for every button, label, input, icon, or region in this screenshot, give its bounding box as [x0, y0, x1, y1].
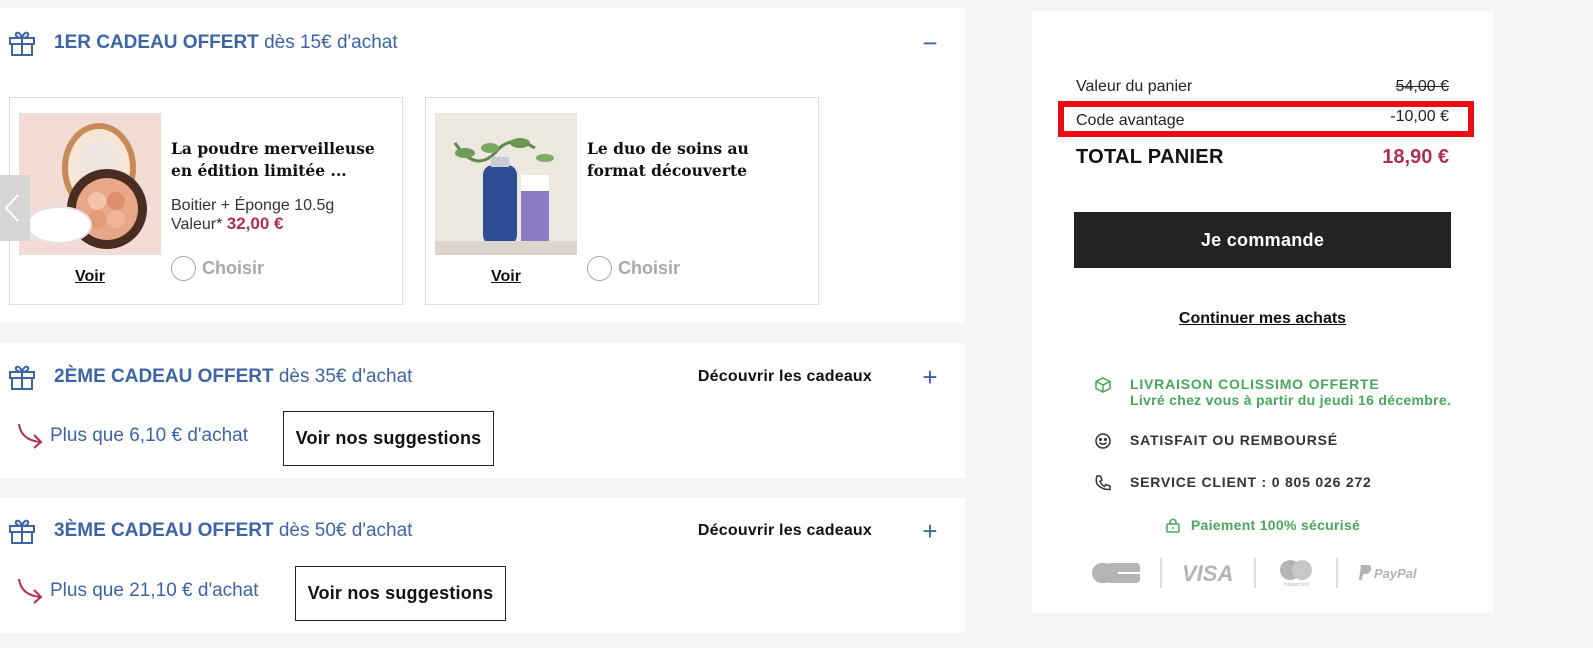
- remaining-text: Plus que 6,10 € d'achat: [50, 425, 248, 446]
- total-row: TOTAL PANIER 18,90 €: [1076, 146, 1449, 169]
- phone-icon: [1095, 475, 1111, 491]
- product-value: Valeur* 32,00 €: [171, 214, 283, 234]
- skincare-duo-image: [435, 113, 577, 255]
- discover-gifts-link[interactable]: Découvrir les cadeaux: [698, 368, 872, 386]
- gift-section-1: 1ER CADEAU OFFERT dès 15€ d'achat − Voir…: [0, 8, 965, 323]
- gift-section-2: 2ÈME CADEAU OFFERT dès 35€ d'achat Décou…: [0, 343, 965, 478]
- delivery-info: LIVRAISON COLISSIMO OFFERTE Livré chez v…: [1094, 376, 1451, 408]
- mastercard-logo-text: mastercard: [1283, 582, 1308, 588]
- basket-value-row: Valeur du panier 54,00 €: [1076, 78, 1449, 96]
- cb-card-icon: [1092, 563, 1140, 583]
- gift-title-rest: dès 35€ d'achat: [278, 366, 413, 387]
- visa-logo-icon: VISA: [1182, 561, 1233, 585]
- highlight-box: [1058, 101, 1474, 137]
- satisfaction-text: SATISFAIT OU REMBOURSÉ: [1130, 432, 1338, 448]
- gift-title-bold: 3ÈME CADEAU OFFERT: [54, 520, 274, 541]
- gift-header-1[interactable]: 1ER CADEAU OFFERT dès 15€ d'achat −: [0, 28, 965, 58]
- total-label: TOTAL PANIER: [1076, 146, 1224, 168]
- remaining-amount: Plus que 21,10 € d'achat: [16, 577, 259, 605]
- choose-gift-radio[interactable]: Choisir: [587, 256, 680, 281]
- gift-title: 2ÈME CADEAU OFFERT dès 35€ d'achat: [54, 366, 412, 388]
- mastercard-logo-icon: mastercard: [1280, 560, 1312, 588]
- product-name: Le duo de soins au format découverte: [587, 139, 749, 180]
- delivery-text: LIVRAISON COLISSIMO OFFERTE Livré chez v…: [1130, 376, 1451, 408]
- gift-icon: [9, 31, 35, 56]
- lock-icon: [1166, 518, 1180, 533]
- gift-icon: [9, 519, 35, 544]
- delivery-subtitle: Livré chez vous à partir du jeudi 16 déc…: [1130, 392, 1452, 408]
- gift-header-2[interactable]: 2ÈME CADEAU OFFERT dès 35€ d'achat Décou…: [0, 362, 965, 392]
- choose-label: Choisir: [202, 258, 265, 278]
- paypal-logo-icon: PayPal: [1359, 565, 1417, 581]
- continue-shopping-link[interactable]: Continuer mes achats: [1032, 310, 1493, 328]
- delivery-title: LIVRAISON COLISSIMO OFFERTE: [1130, 376, 1380, 392]
- total-amount: 18,90 €: [1382, 146, 1449, 168]
- radio-button[interactable]: [587, 256, 612, 281]
- secure-payment: Paiement 100% sécurisé: [1032, 517, 1493, 533]
- curved-arrow-icon: [18, 423, 43, 449]
- gift-title-bold: 1ER CADEAU OFFERT: [54, 32, 259, 53]
- gift-title: 1ER CADEAU OFFERT dès 15€ d'achat: [54, 32, 398, 54]
- payment-methods: VISA mastercard PayPal: [1092, 556, 1436, 590]
- product-image-powder[interactable]: [19, 113, 161, 255]
- basket-value-label: Valeur du panier: [1076, 78, 1193, 95]
- expand-toggle[interactable]: +: [919, 364, 941, 390]
- value-label: Valeur*: [171, 216, 223, 233]
- discover-gifts-link[interactable]: Découvrir les cadeaux: [698, 522, 872, 540]
- satisfaction-info: SATISFAIT OU REMBOURSÉ: [1094, 432, 1338, 450]
- gift-icon: [9, 365, 35, 390]
- see-product-link[interactable]: Voir: [19, 268, 161, 286]
- chevron-left-icon: [4, 194, 19, 222]
- carousel-prev-button[interactable]: [0, 175, 30, 241]
- radio-button[interactable]: [171, 256, 196, 281]
- gift-product-card: Voir Le duo de soins au format découvert…: [425, 97, 819, 305]
- gift-section-3: 3ÈME CADEAU OFFERT dès 50€ d'achat Décou…: [0, 498, 965, 633]
- smiley-icon: [1095, 433, 1111, 449]
- remaining-amount: Plus que 6,10 € d'achat: [16, 422, 248, 450]
- divider: [1254, 558, 1256, 588]
- paypal-logo-text: PayPal: [1374, 566, 1417, 581]
- suggestions-button[interactable]: Voir nos suggestions: [283, 411, 494, 466]
- gift-product-card: Voir La poudre merveilleuse en édition l…: [9, 97, 403, 305]
- choose-label: Choisir: [618, 258, 681, 278]
- customer-service-text: SERVICE CLIENT : 0 805 026 272: [1130, 474, 1372, 490]
- product-name: La poudre merveilleuse en édition limité…: [171, 139, 375, 180]
- expand-toggle[interactable]: +: [919, 518, 941, 544]
- suggestions-button[interactable]: Voir nos suggestions: [295, 566, 506, 621]
- secure-payment-text: Paiement 100% sécurisé: [1190, 517, 1361, 533]
- customer-service-info[interactable]: SERVICE CLIENT : 0 805 026 272: [1094, 474, 1372, 492]
- see-product-link[interactable]: Voir: [435, 268, 577, 286]
- remaining-text: Plus que 21,10 € d'achat: [50, 580, 259, 601]
- checkout-button[interactable]: Je commande: [1074, 212, 1451, 268]
- package-icon: [1095, 377, 1111, 393]
- choose-gift-radio[interactable]: Choisir: [171, 256, 264, 281]
- order-summary: Valeur du panier 54,00 € Code avantage -…: [1032, 11, 1493, 613]
- basket-value-amount: 54,00 €: [1395, 78, 1449, 95]
- gift-title-bold: 2ÈME CADEAU OFFERT: [54, 366, 274, 387]
- powder-compact-image: [19, 113, 161, 255]
- product-image-duo[interactable]: [435, 113, 577, 255]
- gift-title-rest: dès 15€ d'achat: [264, 32, 398, 53]
- divider: [1160, 558, 1162, 588]
- curved-arrow-icon: [18, 578, 43, 604]
- divider: [1336, 558, 1338, 588]
- gift-title: 3ÈME CADEAU OFFERT dès 50€ d'achat: [54, 520, 412, 542]
- gift-header-3[interactable]: 3ÈME CADEAU OFFERT dès 50€ d'achat Décou…: [0, 516, 965, 546]
- visa-logo-text: VISA: [1182, 561, 1233, 585]
- value-price: 32,00 €: [226, 214, 284, 233]
- gift-title-rest: dès 50€ d'achat: [278, 520, 413, 541]
- collapse-toggle[interactable]: −: [919, 30, 941, 56]
